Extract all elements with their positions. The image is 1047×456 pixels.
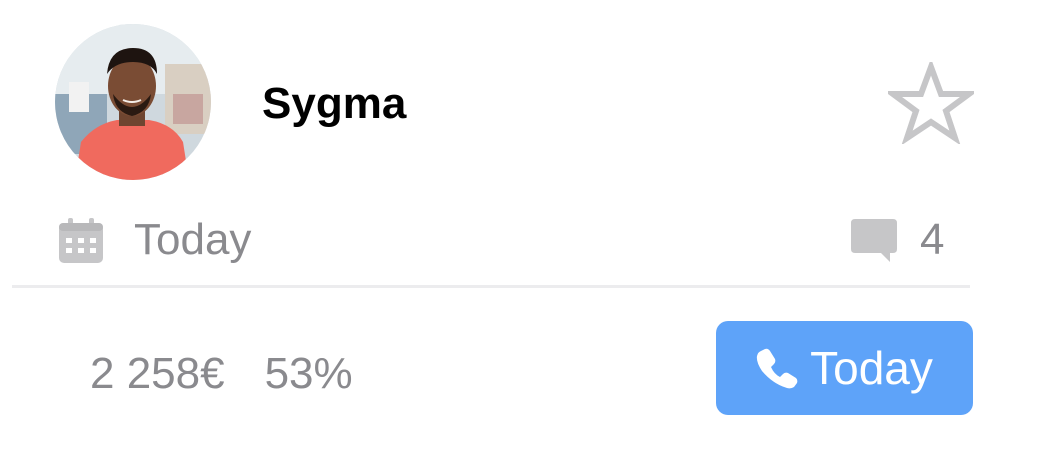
calendar-icon xyxy=(59,218,103,263)
stats-row: 2 258€ 53% xyxy=(90,346,353,402)
percent-value: 53% xyxy=(264,349,353,398)
call-button[interactable]: Today xyxy=(716,321,973,415)
comments-count: 4 xyxy=(920,215,945,264)
contact-card[interactable]: Sygma Today 4 2 258€ 53% Today xyxy=(0,0,1047,456)
favorite-button[interactable] xyxy=(883,58,979,146)
phone-icon xyxy=(756,348,798,389)
amount-value: 2 258€ xyxy=(90,349,225,398)
comment-icon xyxy=(851,219,897,262)
contact-name: Sygma xyxy=(262,79,407,128)
divider xyxy=(12,285,970,288)
star-outline-icon xyxy=(883,58,979,146)
avatar-photo xyxy=(55,24,211,180)
avatar xyxy=(55,24,211,180)
date-row: Today xyxy=(58,212,251,268)
date-label: Today xyxy=(134,215,252,264)
call-button-label: Today xyxy=(810,342,933,394)
comments-button[interactable]: 4 xyxy=(850,212,944,268)
